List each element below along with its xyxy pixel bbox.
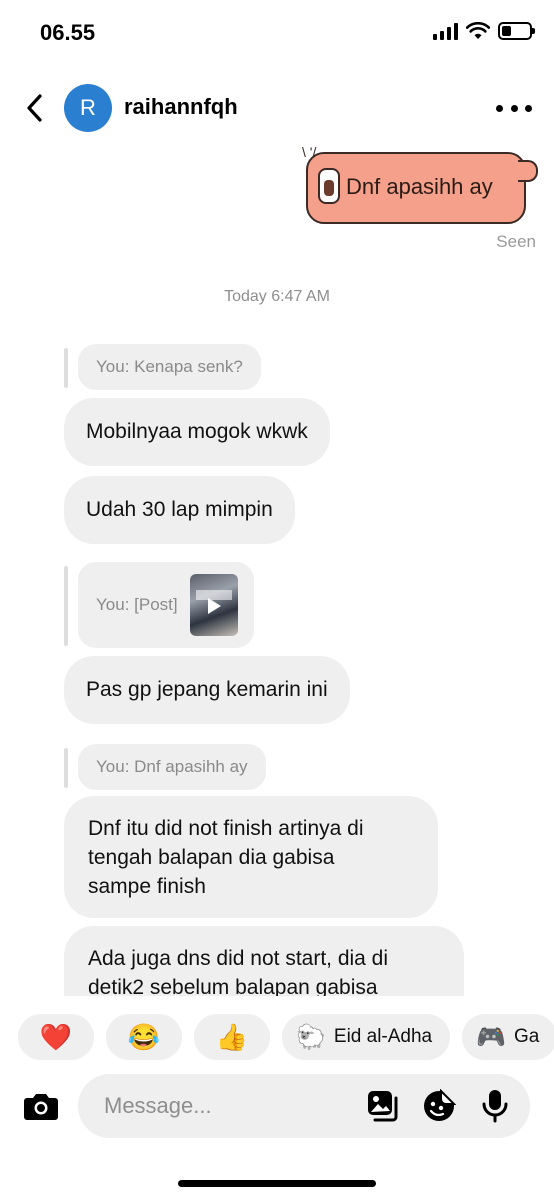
status-icons: [433, 22, 535, 40]
reply-indicator: [64, 748, 68, 788]
eid-al-adha-button[interactable]: 🐑 Eid al-Adha: [282, 1014, 451, 1060]
message-list[interactable]: You: Kenapa senk? Mobilnyaa mogok wkwk U…: [0, 146, 554, 996]
heart-reaction-button[interactable]: ❤️: [18, 1014, 94, 1060]
sheep-icon: 🐑: [296, 1023, 326, 1051]
microphone-icon: [482, 1090, 508, 1123]
chat-header: R raihannfqh: [0, 70, 554, 146]
gamepad-icon: 🎮: [476, 1023, 507, 1051]
status-bar: 06.55: [0, 0, 554, 70]
battery-icon: [498, 22, 535, 40]
reply-preview[interactable]: You: Dnf apasihh ay: [78, 744, 266, 790]
status-time: 06.55: [40, 20, 96, 45]
message-line: tengah balapan dia gabisa: [88, 846, 335, 869]
games-label: Ga: [514, 1026, 540, 1047]
microphone-button[interactable]: [478, 1088, 512, 1124]
post-thumbnail[interactable]: [189, 574, 238, 636]
reply-preview-post[interactable]: You: [Post]: [78, 562, 254, 648]
sticker-button[interactable]: [422, 1088, 456, 1124]
signal-icon: [433, 22, 458, 40]
camera-icon: [24, 1094, 58, 1120]
message-bubble[interactable]: Ada juga dns did not start, dia di detik…: [64, 926, 464, 996]
more-horizontal-icon: [496, 104, 503, 112]
sticker-icon: [424, 1089, 456, 1121]
more-options-button[interactable]: [496, 96, 532, 120]
battery-level: [502, 26, 512, 36]
wifi-icon: [466, 22, 490, 39]
play-icon: [207, 598, 221, 614]
laugh-reaction-button[interactable]: 😂: [106, 1014, 182, 1060]
composer-actions: [366, 1088, 512, 1124]
gallery-button[interactable]: [366, 1088, 400, 1124]
message-composer: [18, 1074, 530, 1138]
reply-indicator: [64, 566, 68, 646]
gallery-icon: [368, 1091, 398, 1122]
message-line: sampe finish: [88, 875, 206, 898]
reply-preview-text: You: [Post]: [96, 595, 178, 614]
avatar[interactable]: R: [64, 84, 112, 132]
message-bubble[interactable]: Dnf itu did not finish artinya di tengah…: [64, 796, 438, 918]
username[interactable]: raihannfqh: [124, 94, 238, 120]
home-indicator[interactable]: [178, 1180, 376, 1187]
message-line: Ada juga dns did not start, dia di: [88, 947, 389, 970]
message-bubble[interactable]: Pas gp jepang kemarin ini: [64, 656, 350, 724]
camera-button[interactable]: [18, 1083, 64, 1129]
chevron-left-icon: [27, 94, 42, 122]
message-bubble[interactable]: Udah 30 lap mimpin: [64, 476, 295, 544]
reply-preview[interactable]: You: Kenapa senk?: [78, 344, 261, 390]
message-line: Dnf itu did not finish artinya di: [88, 817, 364, 840]
quick-reactions: ❤️ 😂 👍 🐑 Eid al-Adha 🎮 Ga: [18, 1014, 554, 1060]
message-bubble[interactable]: Mobilnyaa mogok wkwk: [64, 398, 330, 466]
games-button[interactable]: 🎮 Ga: [462, 1014, 554, 1060]
reply-indicator: [64, 348, 68, 388]
message-line: detik2 sebelum balapan gabisa: [88, 976, 378, 996]
back-button[interactable]: [18, 90, 50, 126]
thumbs-up-reaction-button[interactable]: 👍: [194, 1014, 270, 1060]
eid-al-adha-label: Eid al-Adha: [333, 1026, 433, 1047]
